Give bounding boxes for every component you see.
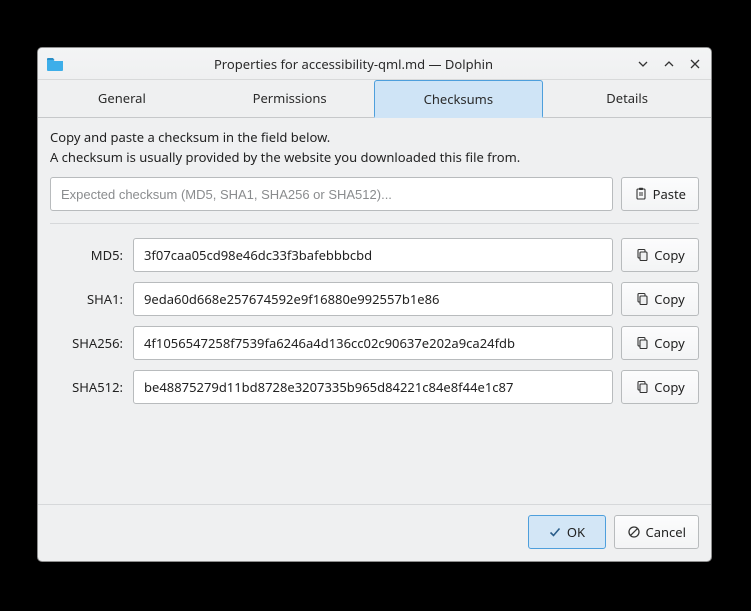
sha512-label: SHA512: — [50, 378, 125, 396]
paste-label: Paste — [653, 185, 686, 203]
cancel-label: Cancel — [646, 523, 686, 541]
window-controls — [635, 56, 703, 72]
sha256-value[interactable] — [133, 326, 613, 360]
sha512-value[interactable] — [133, 370, 613, 404]
copy-sha1-button[interactable]: Copy — [621, 282, 699, 316]
ok-button[interactable]: OK — [528, 515, 606, 549]
sha1-value[interactable] — [133, 282, 613, 316]
cancel-button[interactable]: Cancel — [614, 515, 699, 549]
folder-icon — [46, 56, 64, 71]
dialog-footer: OK Cancel — [38, 504, 711, 561]
copy-label: Copy — [654, 334, 684, 352]
intro-line2: A checksum is usually provided by the we… — [50, 148, 699, 168]
intro-text: Copy and paste a checksum in the field b… — [50, 128, 699, 167]
copy-label: Copy — [654, 378, 684, 396]
close-button[interactable] — [687, 56, 703, 72]
checksums-panel: Copy and paste a checksum in the field b… — [38, 118, 711, 504]
intro-line1: Copy and paste a checksum in the field b… — [50, 128, 699, 148]
tab-general[interactable]: General — [38, 80, 206, 117]
copy-label: Copy — [654, 246, 684, 264]
ok-label: OK — [567, 523, 585, 541]
expected-checksum-input[interactable] — [50, 177, 613, 211]
tab-permissions[interactable]: Permissions — [206, 80, 374, 117]
tab-details[interactable]: Details — [543, 80, 711, 117]
checkmark-icon — [548, 525, 562, 539]
sha1-label: SHA1: — [50, 290, 125, 308]
copy-md5-button[interactable]: Copy — [621, 238, 699, 272]
maximize-button[interactable] — [661, 56, 677, 72]
separator — [50, 223, 699, 224]
md5-value[interactable] — [133, 238, 613, 272]
tab-checksums[interactable]: Checksums — [374, 80, 544, 118]
copy-icon — [635, 292, 649, 306]
copy-sha512-button[interactable]: Copy — [621, 370, 699, 404]
minimize-button[interactable] — [635, 56, 651, 72]
copy-label: Copy — [654, 290, 684, 308]
md5-label: MD5: — [50, 246, 125, 264]
sha256-label: SHA256: — [50, 334, 125, 352]
copy-sha256-button[interactable]: Copy — [621, 326, 699, 360]
clipboard-paste-icon — [634, 187, 648, 201]
copy-icon — [635, 336, 649, 350]
window-title: Properties for accessibility-qml.md — Do… — [72, 55, 635, 73]
cancel-icon — [627, 525, 641, 539]
copy-icon — [635, 248, 649, 262]
titlebar: Properties for accessibility-qml.md — Do… — [38, 48, 711, 80]
paste-button[interactable]: Paste — [621, 177, 699, 211]
copy-icon — [635, 380, 649, 394]
properties-dialog: Properties for accessibility-qml.md — Do… — [37, 47, 712, 562]
tab-bar: General Permissions Checksums Details — [38, 80, 711, 118]
